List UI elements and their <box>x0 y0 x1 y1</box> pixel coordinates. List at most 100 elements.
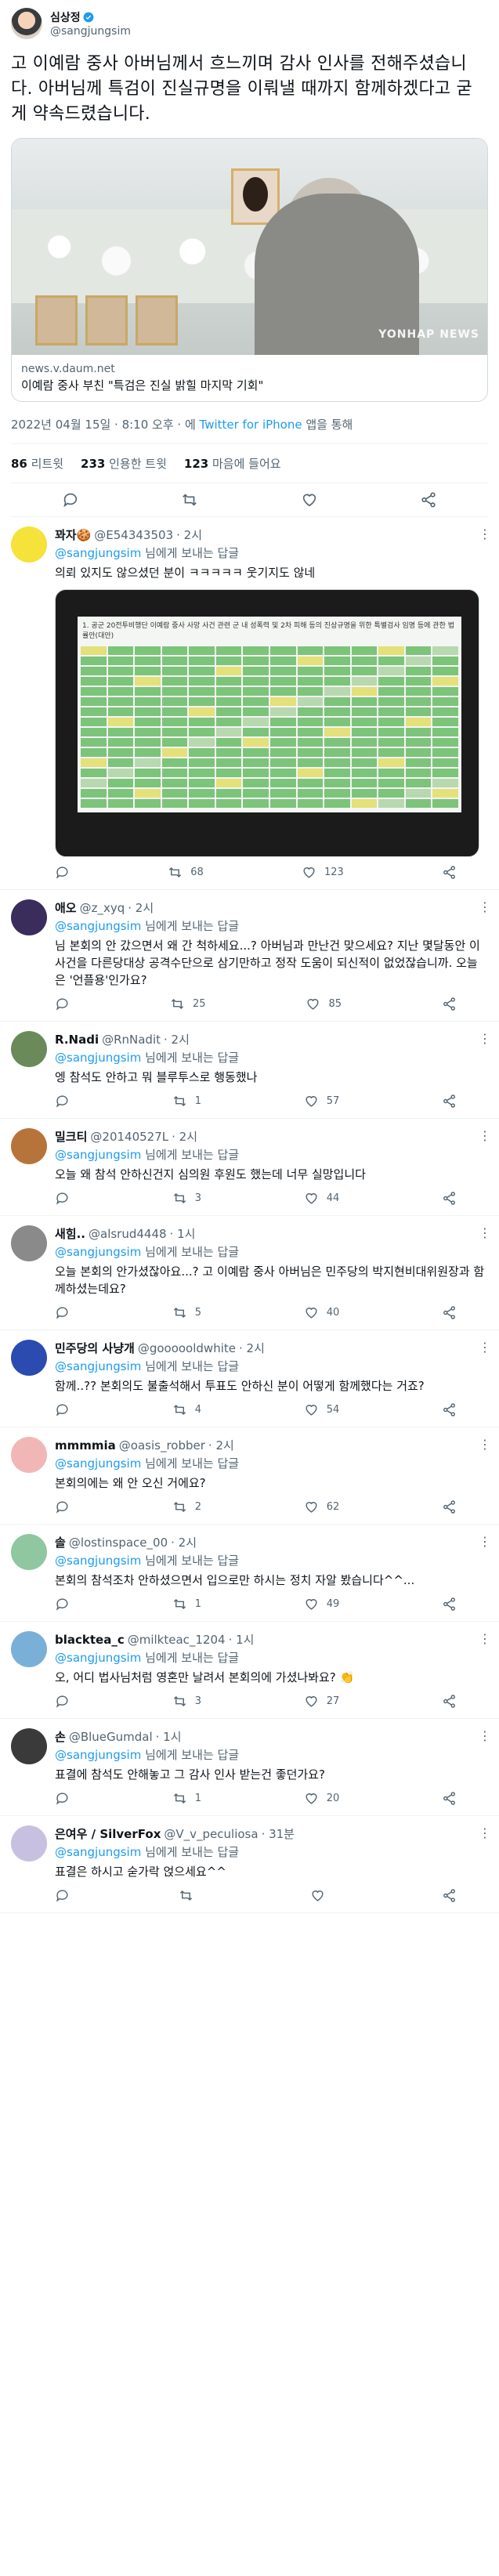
reply-to-handle[interactable]: @sangjungsim <box>55 1051 141 1065</box>
avatar[interactable] <box>11 1825 47 1861</box>
retweet-button[interactable]: 5 <box>172 1305 201 1320</box>
share-button[interactable] <box>442 1305 457 1320</box>
more-options-icon[interactable]: ⋮ <box>479 1728 491 1743</box>
more-options-icon[interactable]: ⋮ <box>479 526 491 541</box>
reply-time[interactable]: · 2시 <box>239 1340 265 1356</box>
reply-tweet[interactable]: 손 @BlueGumdal · 1시 @sangjungsim 님에게 보내는 … <box>0 1719 499 1816</box>
reply-to-handle[interactable]: @sangjungsim <box>55 1554 141 1568</box>
retweet-button[interactable]: 1 <box>172 1791 201 1806</box>
reply-author-name[interactable]: 새힘.. <box>55 1225 85 1242</box>
retweet-button[interactable]: 68 <box>168 865 204 880</box>
more-options-icon[interactable]: ⋮ <box>479 899 491 914</box>
retweet-button[interactable]: 25 <box>170 997 206 1011</box>
more-options-icon[interactable]: ⋮ <box>479 1340 491 1355</box>
avatar[interactable] <box>11 1031 47 1067</box>
reply-button[interactable] <box>62 491 79 508</box>
share-button[interactable] <box>442 865 457 880</box>
like-button[interactable] <box>301 491 318 508</box>
reply-tweet[interactable]: blacktea_c @milkteac_1204 · 1시 @sangjung… <box>0 1622 499 1719</box>
avatar[interactable] <box>11 1128 47 1164</box>
more-options-icon[interactable]: ⋮ <box>479 1225 491 1240</box>
like-button[interactable]: 123 <box>302 865 344 880</box>
like-button[interactable]: 44 <box>304 1191 339 1206</box>
avatar[interactable] <box>11 899 47 935</box>
reply-button[interactable] <box>55 1402 70 1417</box>
reply-author-handle[interactable]: @goooooldwhite <box>138 1341 236 1355</box>
reply-button[interactable] <box>55 1500 70 1514</box>
like-count[interactable]: 123 마음에 들어요 <box>184 455 281 472</box>
reply-button[interactable] <box>55 865 70 880</box>
share-button[interactable] <box>442 1888 457 1903</box>
reply-time[interactable]: · 31분 <box>262 1825 295 1842</box>
reply-button[interactable] <box>55 1191 70 1206</box>
like-button[interactable]: 40 <box>304 1305 339 1320</box>
reply-to-handle[interactable]: @sangjungsim <box>55 1845 141 1859</box>
share-button[interactable] <box>442 1694 457 1709</box>
avatar[interactable] <box>11 1340 47 1376</box>
avatar[interactable] <box>11 8 42 39</box>
reply-time[interactable]: · 2시 <box>176 526 202 543</box>
reply-author-name[interactable]: 꽈자🍪 <box>55 526 91 543</box>
reply-time[interactable]: · 2시 <box>164 1031 190 1047</box>
reply-button[interactable] <box>55 1305 70 1320</box>
retweet-button[interactable]: 2 <box>172 1500 201 1514</box>
share-button[interactable] <box>442 1402 457 1417</box>
share-button[interactable] <box>442 1500 457 1514</box>
more-options-icon[interactable]: ⋮ <box>479 1631 491 1646</box>
reply-author-handle[interactable]: @E54343503 <box>94 528 173 542</box>
share-button[interactable] <box>442 997 457 1011</box>
reply-author-handle[interactable]: @alsrud4448 <box>89 1227 167 1241</box>
via-link[interactable]: Twitter for iPhone <box>200 418 302 432</box>
author-handle[interactable]: @sangjungsim <box>50 25 131 38</box>
reply-time[interactable]: · 1시 <box>229 1631 255 1648</box>
reply-author-handle[interactable]: @z_xyq <box>80 901 125 915</box>
reply-author-name[interactable]: 민주당의 사냥개 <box>55 1340 135 1356</box>
retweet-button[interactable]: 3 <box>172 1694 201 1709</box>
reply-author-handle[interactable]: @V_v_peculiosa <box>164 1827 258 1841</box>
reply-to-handle[interactable]: @sangjungsim <box>55 546 141 560</box>
reply-tweet[interactable]: 솔 @lostinspace_00 · 2시 @sangjungsim 님에게 … <box>0 1525 499 1622</box>
like-button[interactable]: 57 <box>304 1094 339 1109</box>
share-button[interactable] <box>442 1094 457 1109</box>
reply-to-handle[interactable]: @sangjungsim <box>55 1245 141 1259</box>
reply-author-name[interactable]: 솔 <box>55 1534 66 1550</box>
retweet-button[interactable]: 1 <box>172 1597 201 1612</box>
reply-to-handle[interactable]: @sangjungsim <box>55 919 141 933</box>
reply-author-name[interactable]: 은여우 / SilverFox <box>55 1825 161 1842</box>
reply-button[interactable] <box>55 1094 70 1109</box>
reply-author-name[interactable]: 애오 <box>55 899 77 916</box>
more-options-icon[interactable]: ⋮ <box>479 1437 491 1452</box>
reply-button[interactable] <box>55 1694 70 1709</box>
reply-tweet[interactable]: R.Nadi @RnNadit · 2시 @sangjungsim 님에게 보내… <box>0 1022 499 1119</box>
reply-author-handle[interactable]: @milkteac_1204 <box>128 1633 226 1647</box>
reply-author-name[interactable]: 손 <box>55 1728 66 1745</box>
reply-author-name[interactable]: R.Nadi <box>55 1033 99 1047</box>
reply-button[interactable] <box>55 997 70 1011</box>
reply-author-name[interactable]: mmmmia <box>55 1438 116 1453</box>
reply-time[interactable]: · 2시 <box>128 899 154 916</box>
reply-time[interactable]: · 1시 <box>170 1225 196 1242</box>
retweet-count[interactable]: 86 리트윗 <box>11 455 63 472</box>
share-button[interactable] <box>442 1597 457 1612</box>
like-button[interactable] <box>310 1888 333 1903</box>
avatar[interactable] <box>11 1631 47 1667</box>
reply-author-handle[interactable]: @lostinspace_00 <box>69 1536 168 1550</box>
author-name[interactable]: 심상정 <box>50 9 81 25</box>
retweet-button[interactable]: 3 <box>172 1191 201 1206</box>
avatar[interactable] <box>11 1225 47 1261</box>
reply-author-handle[interactable]: @RnNadit <box>102 1033 161 1047</box>
more-options-icon[interactable]: ⋮ <box>479 1031 491 1046</box>
reply-tweet[interactable]: 은여우 / SilverFox @V_v_peculiosa · 31분 @sa… <box>0 1816 499 1913</box>
more-options-icon[interactable]: ⋮ <box>479 1534 491 1549</box>
retweet-button[interactable]: 4 <box>172 1402 201 1417</box>
reply-tweet[interactable]: 밀크티 @20140527L · 2시 @sangjungsim 님에게 보내는… <box>0 1119 499 1216</box>
reply-tweet[interactable]: 애오 @z_xyq · 2시 @sangjungsim 님에게 보내는 답글 님… <box>0 890 499 1022</box>
datetime[interactable]: 2022년 04월 15일 · 8:10 오후 · 에 <box>11 418 200 432</box>
reply-button[interactable] <box>55 1888 70 1903</box>
reply-author-name[interactable]: 밀크티 <box>55 1128 87 1145</box>
reply-author-handle[interactable]: @BlueGumdal <box>69 1730 153 1744</box>
like-button[interactable]: 62 <box>304 1500 339 1514</box>
retweet-button[interactable] <box>181 491 198 508</box>
author-name-row[interactable]: 심상정 <box>50 9 131 25</box>
quote-count[interactable]: 233 인용한 트윗 <box>81 455 167 472</box>
